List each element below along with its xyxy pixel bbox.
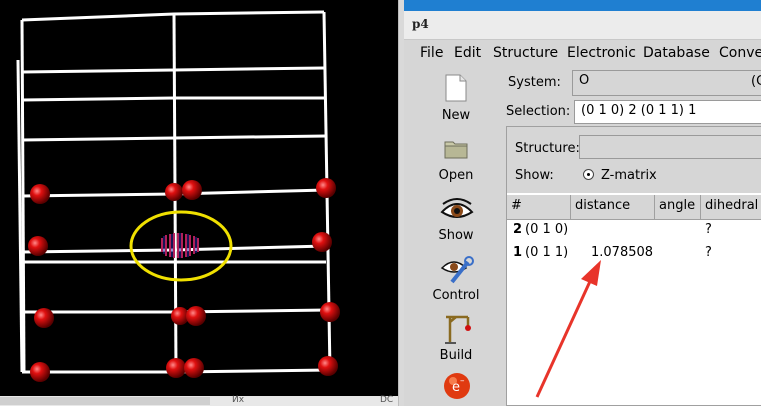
- svg-text:–: –: [460, 376, 465, 386]
- menu-file[interactable]: File: [420, 45, 443, 61]
- selection-field[interactable]: (0 1 0) 2 (0 1 1) 1: [574, 100, 761, 124]
- atom: [30, 184, 50, 204]
- annotation-arrow: [535, 260, 601, 398]
- atom: [316, 178, 336, 198]
- atom: [165, 183, 183, 201]
- wrench-eye-icon: [440, 256, 474, 284]
- status-text: Их: [232, 395, 245, 405]
- control-button[interactable]: Control: [410, 254, 502, 308]
- col-distance[interactable]: distance: [571, 195, 655, 219]
- svg-text:e: e: [452, 380, 460, 395]
- build-label: Build: [439, 348, 473, 363]
- atom: [184, 358, 204, 378]
- atom: [34, 308, 54, 328]
- structure-label: Structure:: [515, 141, 580, 156]
- viewer-status-strip: Их DC: [0, 395, 404, 406]
- system-label: System:: [508, 75, 561, 90]
- selection-value: (0 1 0) 2 (0 1 1) 1: [581, 103, 697, 118]
- row-dihedral: ?: [705, 222, 712, 237]
- row-index: 2: [513, 222, 523, 237]
- system-field[interactable]: O (C: [572, 70, 761, 96]
- show-label: Show: [438, 228, 474, 243]
- col-dihedral[interactable]: dihedral: [701, 195, 761, 219]
- structure-panel: System: O (C Selection: (0 1 0) 2 (0 1 1…: [502, 66, 761, 406]
- col-index[interactable]: #: [507, 195, 571, 219]
- row-coords: (0 1 0): [525, 222, 569, 237]
- selected-bond[interactable]: [161, 233, 199, 258]
- new-button[interactable]: New: [410, 74, 502, 130]
- system-value: O: [579, 73, 590, 88]
- atom: [182, 180, 202, 200]
- atom: [28, 236, 48, 256]
- build-button[interactable]: Build: [410, 314, 502, 368]
- structure-select[interactable]: [579, 135, 761, 159]
- show-option-label: Show:: [515, 168, 554, 183]
- title-bar[interactable]: p4: [404, 11, 761, 40]
- selection-label: Selection:: [506, 104, 571, 119]
- show-button[interactable]: Show: [410, 196, 502, 248]
- atom: [320, 302, 340, 322]
- folder-icon: [444, 141, 468, 159]
- p4-window: p4 File Edit Structure Electronic Databa…: [404, 0, 761, 406]
- menu-structure[interactable]: Structure: [493, 45, 558, 61]
- open-button[interactable]: Open: [410, 138, 502, 188]
- atom: [166, 358, 186, 378]
- atom: [30, 362, 50, 382]
- control-label: Control: [432, 288, 480, 303]
- atom: [318, 356, 338, 376]
- zmatrix-radio[interactable]: [583, 169, 594, 180]
- menu-database[interactable]: Database: [643, 45, 710, 61]
- table-header: # distance angle dihedral: [507, 195, 761, 220]
- electron-icon: e –: [444, 373, 470, 399]
- atom: [186, 306, 206, 326]
- crane-icon: [445, 315, 471, 344]
- app-logo-icon: p4: [412, 17, 429, 31]
- menu-edit[interactable]: Edit: [454, 45, 481, 61]
- tool-palette: New Open Show Control Build e –: [410, 66, 503, 406]
- col-angle[interactable]: angle: [655, 195, 701, 219]
- menu-electronic[interactable]: Electronic: [567, 45, 636, 61]
- menu-bar: File Edit Structure Electronic Database …: [410, 42, 761, 67]
- electron-button[interactable]: e –: [410, 372, 502, 406]
- atom: [312, 232, 332, 252]
- new-label: New: [441, 108, 471, 123]
- zmatrix-option-label: Z-matrix: [601, 168, 657, 183]
- system-suffix: (C: [751, 74, 761, 89]
- viewer-scrollbar[interactable]: [0, 397, 210, 405]
- menu-conve[interactable]: Conve: [719, 45, 761, 61]
- open-label: Open: [438, 168, 474, 183]
- status-text: DC: [380, 395, 394, 405]
- zmatrix-panel: Structure: Show: Z-matrix # distance ang…: [506, 126, 761, 406]
- molecule-viewer[interactable]: [0, 0, 398, 396]
- table-row[interactable]: 2 (0 1 0) ?: [507, 222, 761, 244]
- title-bar-accent: [404, 0, 761, 11]
- eye-icon: [440, 198, 474, 218]
- new-document-icon: [445, 74, 467, 102]
- structure-options: Structure: Show: Z-matrix: [507, 127, 761, 193]
